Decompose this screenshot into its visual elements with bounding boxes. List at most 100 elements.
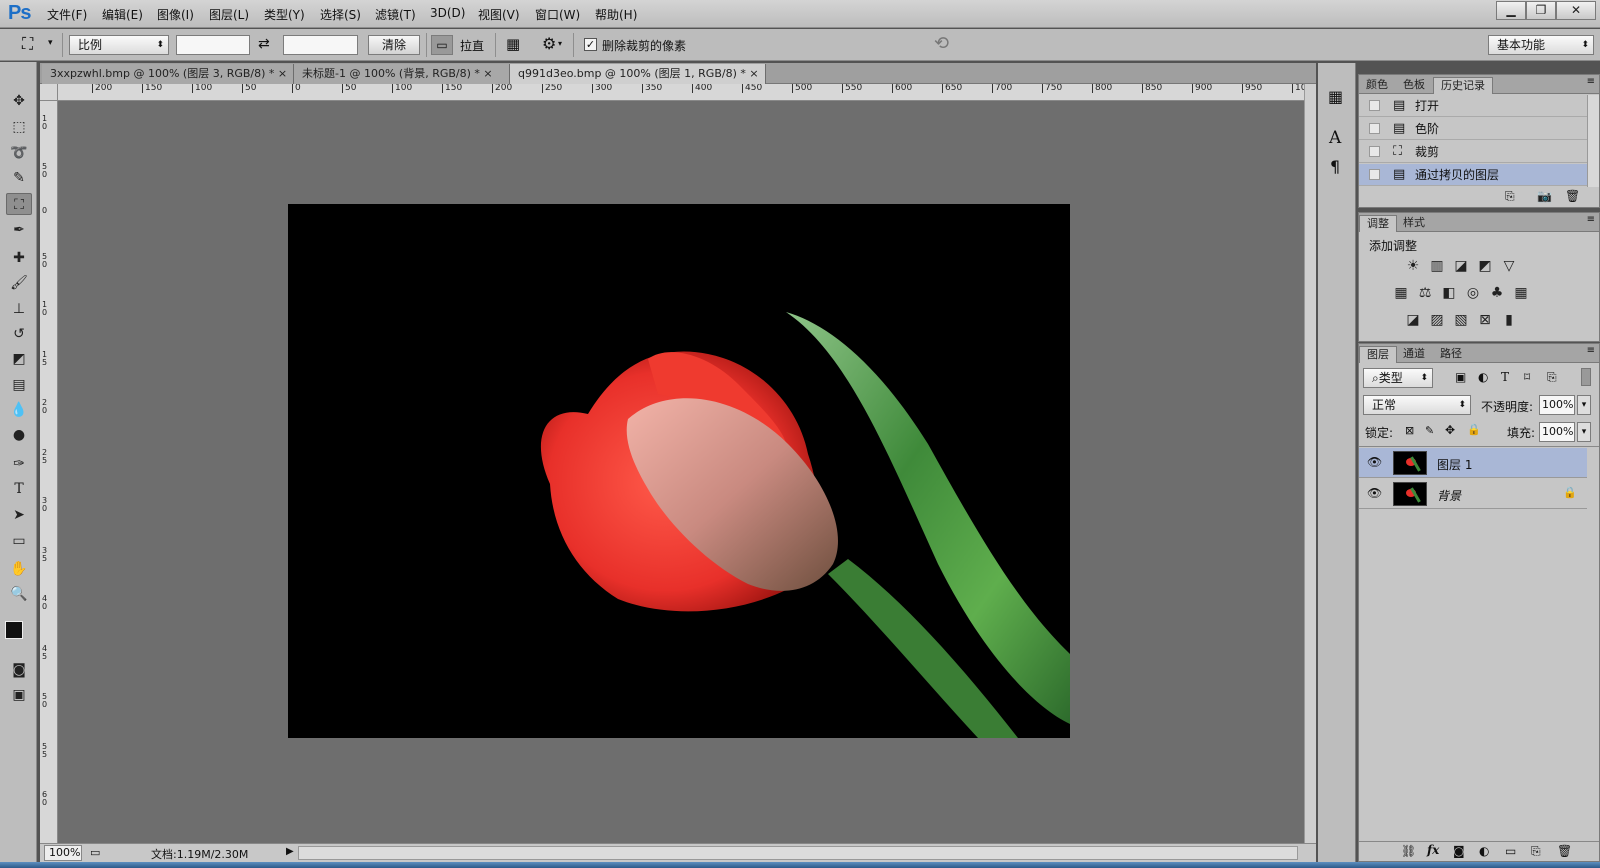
panel-menu-icon[interactable]: ≡ bbox=[1587, 214, 1595, 225]
grid-overlay-icon[interactable]: ▦ bbox=[506, 35, 520, 53]
new-layer-icon[interactable]: ⎘ bbox=[1531, 844, 1541, 859]
menu-filter[interactable]: 滤镜(T) bbox=[375, 6, 416, 23]
tab-layers[interactable]: 图层 bbox=[1359, 346, 1397, 363]
move-tool-icon[interactable]: ✥ bbox=[6, 90, 32, 112]
crop-tool-preset-icon[interactable]: ⛶ bbox=[22, 34, 33, 54]
tab-paths[interactable]: 路径 bbox=[1433, 346, 1469, 363]
horizontal-scrollbar[interactable] bbox=[298, 846, 1298, 860]
panel-menu-icon[interactable]: ≡ bbox=[1587, 76, 1595, 87]
color-balance-icon[interactable]: ⚖ bbox=[1415, 285, 1435, 301]
filter-shape-icon[interactable]: ⌑ bbox=[1524, 370, 1530, 384]
history-item[interactable]: ⛶ 裁剪 bbox=[1359, 141, 1587, 163]
fill-dropdown-icon[interactable]: ▾ bbox=[1577, 422, 1591, 442]
status-menu-arrow-icon[interactable]: ▶ bbox=[286, 846, 294, 857]
layer-name[interactable]: 背景 bbox=[1437, 487, 1461, 504]
trash-icon[interactable]: 🗑 bbox=[1557, 844, 1572, 858]
tab-swatches[interactable]: 色板 bbox=[1396, 77, 1432, 94]
invert-icon[interactable]: ◪ bbox=[1403, 312, 1423, 328]
blend-mode-select[interactable]: 正常 ⬍ bbox=[1363, 395, 1471, 415]
restore-button[interactable]: ❐ bbox=[1526, 1, 1556, 20]
tab-close-icon[interactable]: × bbox=[749, 67, 758, 80]
history-checkbox[interactable] bbox=[1369, 169, 1380, 180]
menu-window[interactable]: 窗口(W) bbox=[535, 6, 580, 23]
hue-saturation-icon[interactable]: ▦ bbox=[1391, 285, 1411, 301]
selective-color-icon[interactable]: ⊠ bbox=[1475, 312, 1495, 328]
reset-icon[interactable]: ⟲ bbox=[934, 33, 949, 54]
blur-tool-icon[interactable]: 💧 bbox=[6, 399, 32, 421]
trash-icon[interactable]: 🗑 bbox=[1565, 189, 1580, 203]
eyedropper-tool-icon[interactable]: ✒ bbox=[6, 219, 32, 241]
tab-close-icon[interactable]: × bbox=[483, 67, 492, 80]
eye-icon[interactable]: 👁 bbox=[1367, 455, 1382, 469]
screen-mode-icon[interactable]: ▣ bbox=[6, 684, 32, 706]
history-brush-tool-icon[interactable]: ↺ bbox=[6, 323, 32, 345]
lasso-tool-icon[interactable]: ➰ bbox=[6, 142, 32, 164]
tab-history[interactable]: 历史记录 bbox=[1433, 77, 1493, 94]
channel-mixer-icon[interactable]: ♣ bbox=[1487, 285, 1507, 301]
ratio-select[interactable]: 比例 ⬍ bbox=[69, 35, 169, 55]
tab-styles[interactable]: 样式 bbox=[1396, 215, 1432, 232]
history-item[interactable]: ▤ 打开 bbox=[1359, 95, 1587, 117]
brightness-icon[interactable]: ☀ bbox=[1403, 258, 1423, 274]
hand-tool-icon[interactable]: ✋ bbox=[6, 558, 32, 580]
tab-document[interactable]: 未标题-1 @ 100% (背景, RGB/8) * × bbox=[294, 64, 510, 84]
character-icon[interactable]: A bbox=[1329, 128, 1341, 148]
properties-icon[interactable]: ▦ bbox=[1328, 87, 1343, 106]
history-checkbox[interactable] bbox=[1369, 100, 1380, 111]
new-group-icon[interactable]: ▭ bbox=[1505, 844, 1516, 858]
tab-document[interactable]: 3xxpzwhl.bmp @ 100% (图层 3, RGB/8) * × bbox=[42, 64, 294, 84]
workspace-select[interactable]: 基本功能 ⬍ bbox=[1488, 35, 1594, 55]
menu-image[interactable]: 图像(I) bbox=[157, 6, 194, 23]
filter-adjustment-icon[interactable]: ◐ bbox=[1478, 370, 1488, 384]
pen-tool-icon[interactable]: ✑ bbox=[6, 453, 32, 475]
zoom-tool-icon[interactable]: 🔍 bbox=[6, 583, 32, 605]
tab-color[interactable]: 颜色 bbox=[1359, 77, 1395, 94]
layer-row-selected[interactable]: 👁 图层 1 bbox=[1359, 448, 1587, 478]
lock-all-icon[interactable]: 🔒 bbox=[1467, 423, 1481, 436]
swap-icon[interactable]: ⇄ bbox=[258, 36, 270, 52]
vertical-scrollbar[interactable] bbox=[1304, 84, 1316, 843]
history-item-selected[interactable]: ▤ 通过拷贝的图层 bbox=[1359, 164, 1587, 186]
menu-layer[interactable]: 图层(L) bbox=[209, 6, 249, 23]
eraser-tool-icon[interactable]: ◩ bbox=[6, 348, 32, 370]
crop-tool-icon[interactable]: ⛶ bbox=[6, 193, 32, 215]
tab-adjustments[interactable]: 调整 bbox=[1359, 215, 1397, 232]
quick-mask-icon[interactable]: ◙ bbox=[6, 659, 32, 681]
layer-filter-select[interactable]: ⌕类型 ⬍ bbox=[1363, 368, 1433, 388]
opacity-dropdown-icon[interactable]: ▾ bbox=[1577, 395, 1591, 415]
minimize-button[interactable]: ▁ bbox=[1496, 1, 1526, 20]
gear-icon[interactable]: ⚙ bbox=[542, 34, 556, 53]
type-tool-icon[interactable]: T bbox=[6, 478, 32, 500]
levels-icon[interactable]: ▥ bbox=[1427, 258, 1447, 274]
clone-stamp-tool-icon[interactable]: ⊥ bbox=[6, 298, 32, 320]
tab-channels[interactable]: 通道 bbox=[1396, 346, 1432, 363]
add-mask-icon[interactable]: ◙ bbox=[1453, 844, 1465, 858]
lock-position-icon[interactable]: ✥ bbox=[1445, 423, 1455, 437]
chevron-down-icon[interactable]: ▾ bbox=[48, 38, 53, 48]
gradient-tool-icon[interactable]: ▤ bbox=[6, 374, 32, 396]
posterize-icon[interactable]: ▨ bbox=[1427, 312, 1447, 328]
status-toggle-icon[interactable]: ▭ bbox=[90, 846, 100, 859]
menu-type[interactable]: 类型(Y) bbox=[264, 6, 305, 23]
delete-cropped-checkbox[interactable]: ✓ bbox=[584, 38, 597, 51]
document-canvas[interactable] bbox=[288, 204, 1070, 738]
height-field[interactable] bbox=[283, 35, 358, 55]
healing-brush-tool-icon[interactable]: ✚ bbox=[6, 247, 32, 269]
black-white-icon[interactable]: ◧ bbox=[1439, 285, 1459, 301]
new-document-from-state-icon[interactable]: ⎘ bbox=[1505, 189, 1515, 204]
curves-icon[interactable]: ◪ bbox=[1451, 258, 1471, 274]
close-window-button[interactable]: ✕ bbox=[1556, 1, 1596, 20]
zoom-field[interactable]: 100% bbox=[44, 845, 82, 861]
filter-pixel-icon[interactable]: ▣ bbox=[1455, 370, 1466, 384]
menu-edit[interactable]: 编辑(E) bbox=[102, 6, 143, 23]
clear-button[interactable]: 清除 bbox=[368, 35, 420, 55]
layer-row[interactable]: 👁 背景 🔒 bbox=[1359, 479, 1587, 509]
fill-field[interactable]: 100% bbox=[1539, 422, 1575, 442]
width-field[interactable] bbox=[176, 35, 250, 55]
dodge-tool-icon[interactable]: ● bbox=[6, 424, 32, 446]
camera-icon[interactable]: 📷 bbox=[1537, 189, 1552, 203]
link-layers-icon[interactable]: ⛓ bbox=[1401, 844, 1416, 858]
layer-style-icon[interactable]: fx bbox=[1427, 843, 1439, 857]
menu-help[interactable]: 帮助(H) bbox=[595, 6, 637, 23]
filter-type-icon[interactable]: T bbox=[1501, 370, 1509, 384]
